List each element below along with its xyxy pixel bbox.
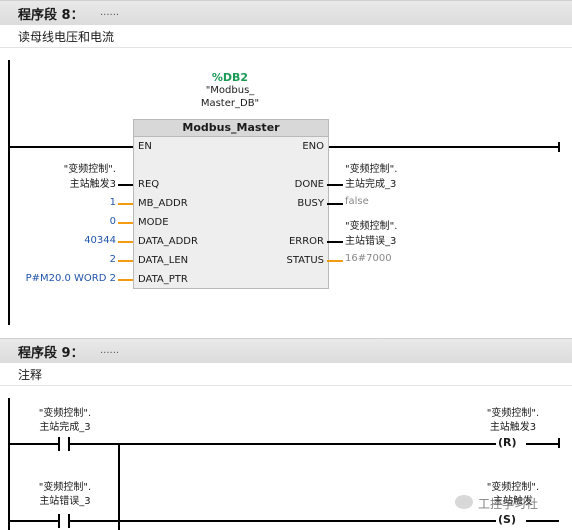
data-addr-value[interactable]: 40344: [40, 235, 116, 246]
pin-eno: ENO: [302, 141, 324, 152]
pin-data-addr: DATA_ADDR: [138, 236, 198, 247]
status-value[interactable]: 16#7000: [345, 253, 392, 264]
done-wire: [327, 184, 343, 186]
pin-error: ERROR: [288, 236, 324, 247]
data-len-value[interactable]: 2: [60, 254, 116, 265]
rung1-no-contact[interactable]: [58, 437, 70, 451]
data-addr-wire: [118, 241, 133, 243]
en-wire: [10, 146, 133, 148]
segment-9-dots: ......: [100, 345, 120, 356]
rung2-wire-right: [526, 520, 559, 522]
watermark-text: 工控学习社: [478, 497, 539, 511]
pin-busy: BUSY: [297, 198, 324, 209]
req-wire: [118, 184, 133, 186]
instance-db-name-line1: "Modbus_: [205, 85, 255, 96]
segment-9-comment[interactable]: 注释: [0, 363, 572, 386]
status-wire: [327, 260, 343, 262]
pin-en: EN: [138, 141, 152, 152]
busy-wire: [327, 203, 343, 205]
pin-data-ptr: DATA_PTR: [138, 274, 188, 285]
rung2-coil-line1[interactable]: "变频控制".: [468, 478, 558, 493]
branch-vertical: [118, 443, 120, 530]
rung1-coil-type: R: [503, 436, 512, 449]
req-operand-line1[interactable]: "变频控制".: [54, 160, 116, 175]
rung2-wire-mid: [70, 520, 496, 522]
segment-8-comment-text: 读母线电压和电流: [18, 30, 115, 44]
segment-8-header[interactable]: 程序段 8： ......: [0, 0, 572, 26]
pin-mode: MODE: [138, 217, 169, 228]
rung2-coil-type: S: [503, 513, 511, 526]
rung1-coil-line2[interactable]: 主站触发3: [468, 418, 558, 433]
segment-9-comment-text: 注释: [18, 368, 43, 382]
instance-db-name-line2: Master_DB": [200, 98, 260, 109]
done-operand-line1[interactable]: "变频控制".: [345, 160, 397, 175]
segment-9-title: 程序段 9：: [18, 346, 84, 361]
segment-8-title: 程序段 8：: [18, 8, 84, 23]
mode-value[interactable]: 0: [60, 216, 116, 227]
pin-data-len: DATA_LEN: [138, 255, 189, 266]
error-operand-line2[interactable]: 主站错误_3: [345, 232, 396, 247]
rung1-right-rail-stub: [558, 438, 560, 448]
rung1-contact-line2[interactable]: 主站完成_3: [20, 418, 110, 433]
rung1-wire-left: [10, 443, 58, 445]
rung2-wire-left: [10, 520, 58, 522]
data-ptr-value[interactable]: P#M20.0 WORD 2: [14, 273, 116, 284]
pin-req: REQ: [138, 179, 160, 190]
rung2-set-coil[interactable]: (S): [498, 513, 516, 526]
rung1-reset-coil[interactable]: (R): [498, 436, 517, 449]
rung2-contact-line2[interactable]: 主站错误_3: [20, 492, 110, 507]
rung1-contact-line1[interactable]: "变频控制".: [20, 404, 110, 419]
mb-addr-value[interactable]: 1: [60, 197, 116, 208]
req-operand-line2[interactable]: 主站触发3: [46, 175, 116, 190]
segment-8-dots: ......: [100, 7, 120, 18]
left-power-rail: [8, 60, 10, 325]
rung1-wire-mid: [70, 443, 496, 445]
pin-mb-addr: MB_ADDR: [138, 198, 188, 209]
wechat-icon: [455, 495, 473, 509]
data-ptr-wire: [118, 279, 133, 281]
pin-status: STATUS: [286, 255, 324, 266]
mb-addr-wire: [118, 203, 133, 205]
error-operand-line1[interactable]: "变频控制".: [345, 217, 397, 232]
rung2-no-contact[interactable]: [58, 514, 70, 528]
error-wire: [327, 241, 343, 243]
segment-9-header[interactable]: 程序段 9： ......: [0, 338, 572, 364]
modbus-master-block[interactable]: Modbus_Master EN REQ MB_ADDR MODE DATA_A…: [133, 119, 329, 289]
segment-8-comment[interactable]: 读母线电压和电流: [0, 25, 572, 48]
rung2-contact-line1[interactable]: "变频控制".: [20, 478, 110, 493]
rung1-wire-right: [526, 443, 559, 445]
data-len-wire: [118, 260, 133, 262]
pin-done: DONE: [294, 179, 324, 190]
busy-value[interactable]: false: [345, 196, 369, 207]
right-rail-stub: [558, 142, 560, 152]
rung1-coil-line1[interactable]: "变频控制".: [468, 404, 558, 419]
left-power-rail-9: [8, 398, 10, 530]
instance-db-address[interactable]: %DB2: [190, 71, 270, 84]
eno-wire: [327, 146, 559, 148]
mode-wire: [118, 222, 133, 224]
block-title: Modbus_Master: [134, 120, 328, 137]
done-operand-line2[interactable]: 主站完成_3: [345, 175, 396, 190]
